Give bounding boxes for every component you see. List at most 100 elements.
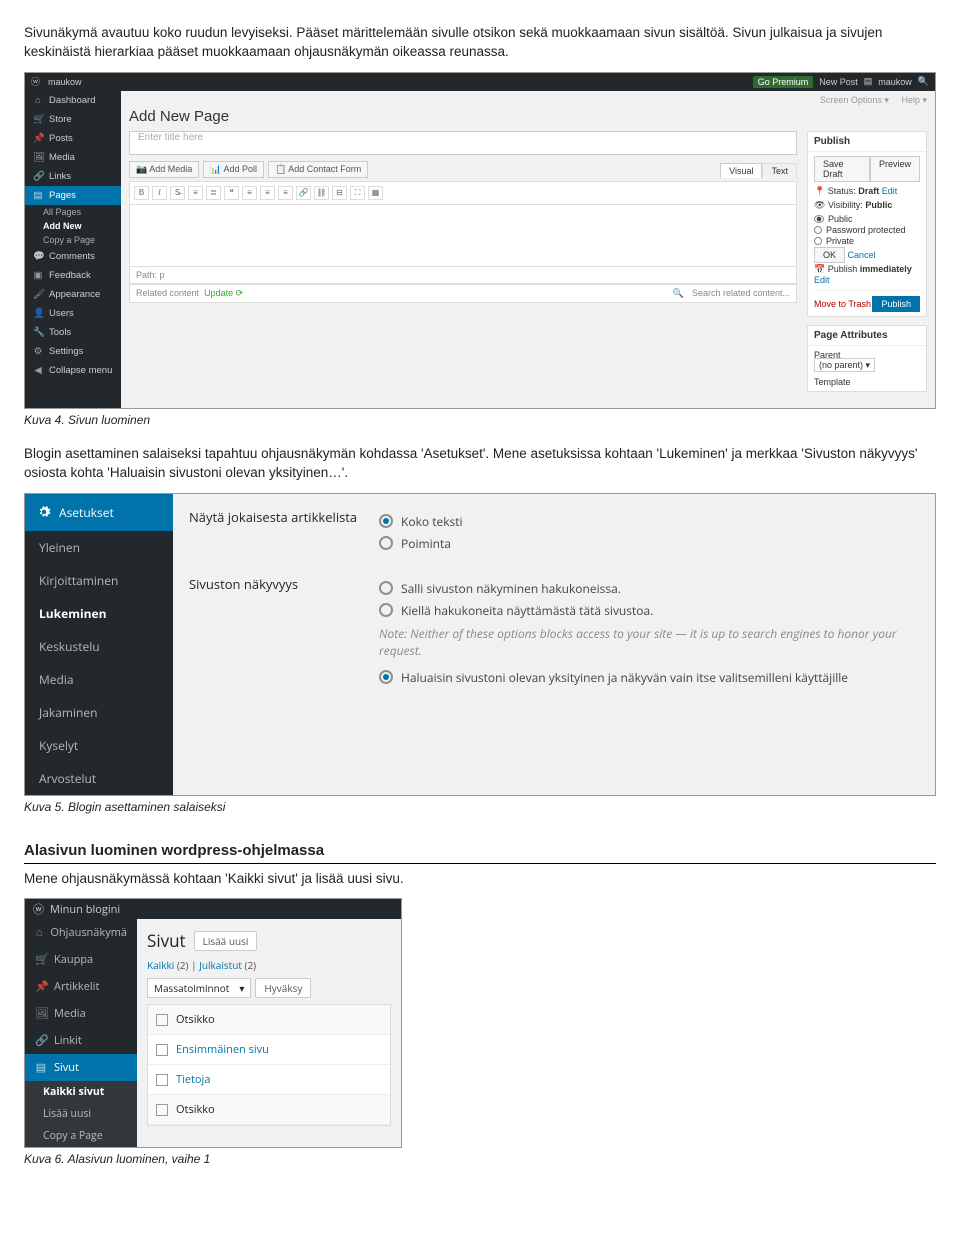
sidebar-item-dashboard[interactable]: ⌂Dashboard [25,91,121,110]
row-checkbox[interactable] [156,1074,168,1086]
editor-tab-text[interactable]: Text [762,163,797,178]
format-fullscreen-button[interactable]: ⛶ [350,186,365,200]
format-quote-button[interactable]: ❝ [224,186,239,200]
settings-item-reviews[interactable]: Arvostelut [25,762,173,795]
format-more-button[interactable]: ⊟ [332,186,347,200]
publish-button[interactable]: Publish [872,296,920,312]
settings-item-general[interactable]: Yleinen [25,531,173,564]
sidebar-item-store[interactable]: 🛒Store [25,110,121,129]
sidebar-collapse[interactable]: ◀Collapse menu [25,361,121,380]
radio-block-search[interactable] [379,603,393,617]
apply-button[interactable]: Hyväksy [255,978,311,998]
go-premium-button[interactable]: Go Premium [753,76,814,88]
help-tab[interactable]: Help ▾ [901,95,927,105]
format-italic-button[interactable]: I [152,186,167,200]
new-post-link[interactable]: New Post [819,77,858,87]
format-aligncenter-button[interactable]: ≡ [260,186,275,200]
filter-published-link[interactable]: Julkaistut [199,958,242,972]
radio-allow-search[interactable] [379,581,393,595]
sidebar-sub-all-pages[interactable]: Kaikki sivut [25,1081,137,1103]
add-contact-button[interactable]: 📋 Add Contact Form [268,161,368,178]
format-ol-button[interactable]: ≣ [206,186,221,200]
settings-item-sharing[interactable]: Jakaminen [25,696,173,729]
format-link-button[interactable]: 🔗 [296,186,311,200]
sidebar-item-media[interactable]: 🖼Media [25,148,121,167]
add-new-button[interactable]: Lisää uusi [194,931,258,951]
add-poll-button[interactable]: 📊 Add Poll [203,161,264,178]
settings-item-discussion[interactable]: Keskustelu [25,630,173,663]
adminbar-user[interactable]: maukow [878,77,912,87]
sidebar-sub-copy-page[interactable]: Copy a Page [25,233,121,247]
format-toggle-button[interactable]: ▦ [368,186,383,200]
search-icon[interactable]: 🔍 [918,76,929,87]
filter-all-link[interactable]: Kaikki [147,958,174,972]
row-checkbox[interactable] [156,1044,168,1056]
radio-summary[interactable] [379,536,393,550]
adminbar-site-name[interactable]: maukow [48,77,82,87]
sidebar-item-posts[interactable]: 📌Posts [25,129,121,148]
radio-private[interactable] [379,670,393,684]
sidebar-sub-add-new[interactable]: Add New [25,219,121,233]
sidebar-item-comments[interactable]: 💬Comments [25,247,121,266]
adminbar-site-name[interactable]: Minun blogini [50,902,120,917]
move-to-trash-link[interactable]: Move to Trash [814,299,871,309]
sidebar-item-store[interactable]: 🛒Kauppa [25,946,137,973]
column-header-title[interactable]: Otsikko [176,1012,215,1027]
sidebar-sub-add-new[interactable]: Lisää uusi [25,1103,137,1125]
sidebar-item-users[interactable]: 👤Users [25,304,121,323]
radio-full-text[interactable] [379,514,393,528]
settings-item-polls[interactable]: Kyselyt [25,729,173,762]
feedback-icon: ▣ [33,270,43,281]
bulk-action-select[interactable]: Massatoiminnot▾ [147,978,251,998]
visibility-cancel-link[interactable]: Cancel [848,250,876,260]
sidebar-item-links[interactable]: 🔗Links [25,167,121,186]
title-input[interactable]: Enter title here [129,131,797,155]
settings-item-media[interactable]: Media [25,663,173,696]
editor-tab-visual[interactable]: Visual [720,163,762,178]
parent-select[interactable]: (no parent) ▾ [814,358,875,372]
format-alignright-button[interactable]: ≡ [278,186,293,200]
table-row[interactable]: Tietoja [148,1065,390,1095]
sidebar-item-pages[interactable]: ▤Pages [25,186,121,205]
editor-canvas[interactable] [129,205,797,267]
format-bold-button[interactable]: B [134,186,149,200]
preview-button[interactable]: Preview [870,156,920,182]
reader-icon[interactable]: ▤ [864,76,873,87]
add-media-button[interactable]: 📷 Add Media [129,161,199,178]
intro-paragraph: Sivunäkymä avautuu koko ruudun levyiseks… [24,24,936,62]
update-link[interactable]: Update ⟳ [204,288,243,299]
sidebar-sub-all-pages[interactable]: All Pages [25,205,121,219]
sidebar-section-header[interactable]: Asetukset [25,494,173,531]
settings-item-reading[interactable]: Lukeminen [25,597,173,630]
format-unlink-button[interactable]: ⛓ [314,186,329,200]
sidebar-item-media[interactable]: 🖼Media [25,1000,137,1027]
radio-private[interactable] [814,237,822,245]
radio-public[interactable] [814,215,824,223]
settings-item-writing[interactable]: Kirjoittaminen [25,564,173,597]
edit-schedule-link[interactable]: Edit [814,275,830,285]
format-ul-button[interactable]: ≡ [188,186,203,200]
table-row[interactable]: Ensimmäinen sivu [148,1035,390,1065]
radio-password[interactable] [814,226,822,234]
edit-status-link[interactable]: Edit [882,186,898,196]
screen-options-tab[interactable]: Screen Options ▾ [820,95,889,105]
sidebar-item-settings[interactable]: ⚙Settings [25,342,121,361]
sidebar-sub-copy-page[interactable]: Copy a Page [25,1125,137,1147]
format-toolbar: B I S̶ ≡ ≣ ❝ ≡ ≡ ≡ 🔗 ⛓ ⊟ ⛶ ▦ [129,181,797,205]
format-strike-button[interactable]: S̶ [170,186,185,200]
format-alignleft-button[interactable]: ≡ [242,186,257,200]
select-all-checkbox-footer[interactable] [156,1104,168,1116]
page-row-link[interactable]: Tietoja [176,1072,210,1087]
sidebar-item-links[interactable]: 🔗Linkit [25,1027,137,1054]
sidebar-item-feedback[interactable]: ▣Feedback [25,266,121,285]
search-related-input[interactable]: Search related content... [692,288,790,298]
visibility-ok-button[interactable]: OK [814,247,845,263]
select-all-checkbox[interactable] [156,1014,168,1026]
sidebar-item-tools[interactable]: 🔧Tools [25,323,121,342]
save-draft-button[interactable]: Save Draft [814,156,870,182]
sidebar-item-posts[interactable]: 📌Artikkelit [25,973,137,1000]
sidebar-item-dashboard[interactable]: ⌂Ohjausnäkymä [25,919,137,946]
sidebar-item-appearance[interactable]: 🖌Appearance [25,285,121,304]
sidebar-item-pages[interactable]: ▤Sivut [25,1054,137,1081]
page-row-link[interactable]: Ensimmäinen sivu [176,1042,269,1057]
